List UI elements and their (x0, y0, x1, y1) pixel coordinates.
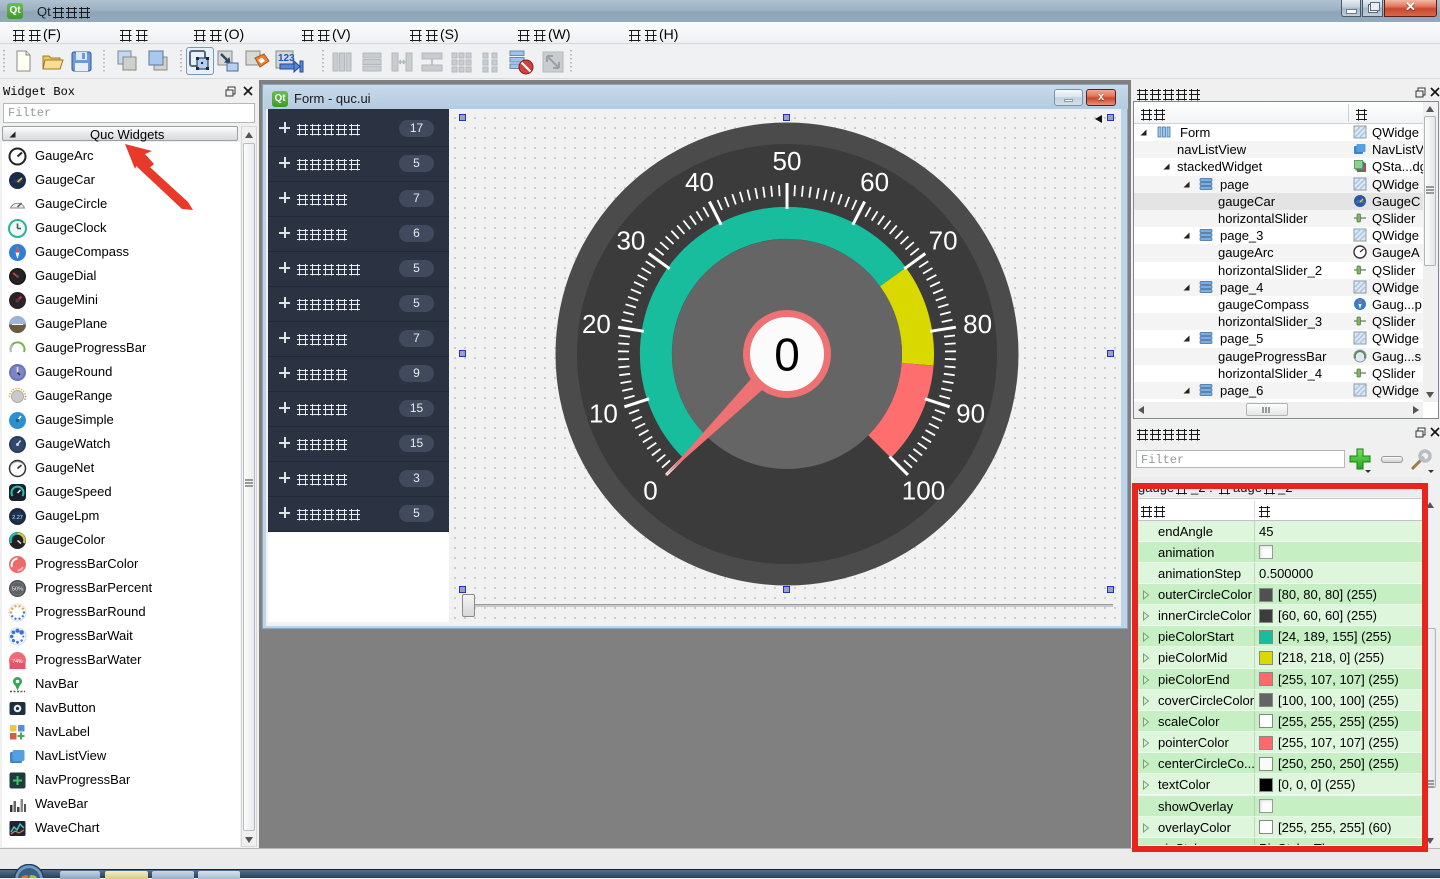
svg-text:0: 0 (643, 476, 657, 506)
svg-text:2.27: 2.27 (12, 515, 23, 521)
svg-text:100: 100 (902, 476, 945, 506)
svg-text:20: 20 (582, 309, 611, 339)
svg-text:40: 40 (685, 167, 714, 197)
svg-text:0: 0 (774, 329, 800, 381)
svg-text:70: 70 (929, 226, 958, 256)
svg-text:74%: 74% (12, 659, 23, 665)
svg-text:90: 90 (956, 399, 985, 429)
svg-text:30: 30 (616, 226, 645, 256)
svg-text:80: 80 (963, 309, 992, 339)
svg-text:50: 50 (773, 146, 802, 176)
svg-text:123: 123 (278, 53, 295, 64)
svg-text:60: 60 (860, 167, 889, 197)
svg-text:50%: 50% (12, 587, 23, 593)
svg-text:10: 10 (589, 399, 618, 429)
